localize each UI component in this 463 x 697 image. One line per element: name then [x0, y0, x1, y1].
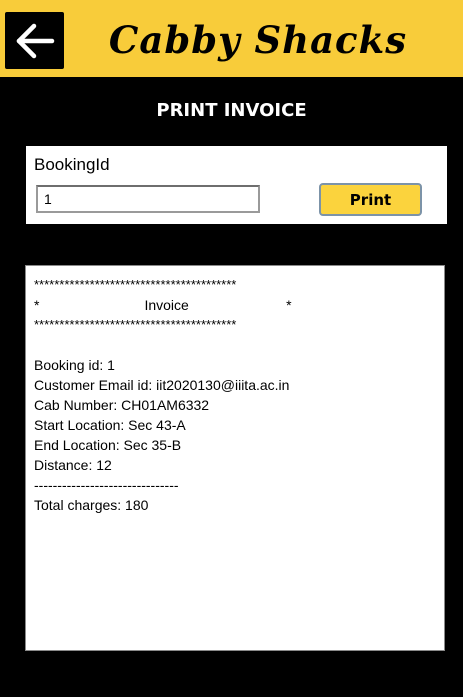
- invoice-title-line: * Invoice *: [34, 297, 292, 313]
- print-button[interactable]: Print: [319, 183, 422, 216]
- invoice-cab-number: Cab Number: CH01AM6332: [34, 397, 210, 413]
- invoice-spacer: [34, 335, 436, 355]
- invoice-distance: Distance: 12: [34, 457, 112, 473]
- back-button[interactable]: [5, 12, 64, 69]
- invoice-total-charges: Total charges: 180: [34, 497, 149, 513]
- booking-form: BookingId Print: [26, 146, 447, 224]
- page-title: PRINT INVOICE: [156, 100, 307, 121]
- invoice-output: ****************************************…: [25, 265, 445, 651]
- invoice-booking-id: Booking id: 1: [34, 357, 115, 373]
- invoice-border-top: ****************************************: [34, 277, 237, 292]
- invoice-border-bottom: ****************************************: [34, 317, 237, 332]
- invoice-start-location: Start Location: Sec 43-A: [34, 417, 186, 433]
- invoice-separator: -------------------------------: [34, 477, 179, 493]
- booking-id-input[interactable]: [36, 185, 260, 213]
- app-title: Cabby Shacks: [108, 18, 408, 62]
- invoice-end-location: End Location: Sec 35-B: [34, 437, 182, 453]
- arrow-left-icon: [16, 23, 55, 59]
- invoice-customer-email: Customer Email id: iit2020130@iiita.ac.i…: [34, 377, 290, 393]
- app-header: Cabby Shacks: [0, 0, 463, 77]
- booking-id-label: BookingId: [34, 155, 110, 174]
